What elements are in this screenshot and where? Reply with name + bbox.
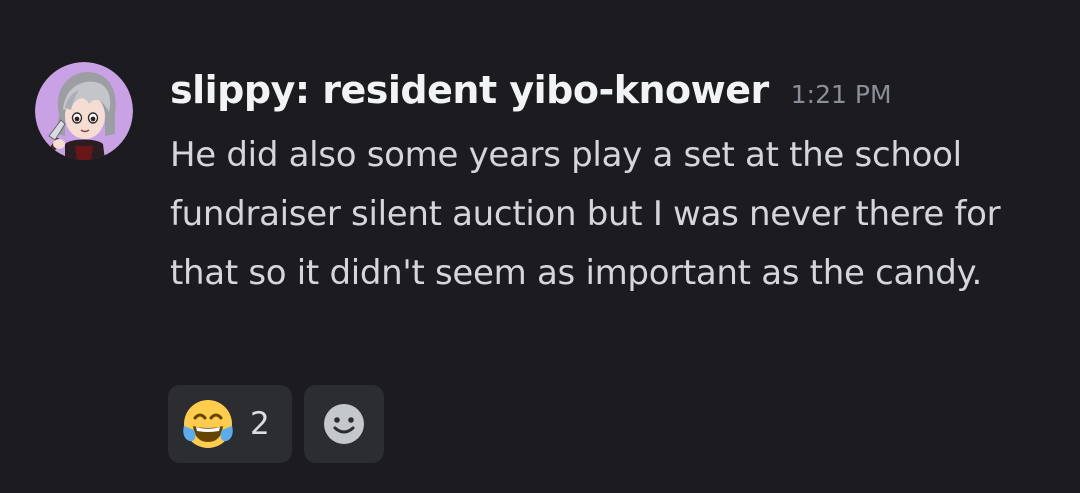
smiley-face-icon (324, 404, 364, 444)
message-content: He did also some years play a set at the… (170, 135, 1001, 293)
chat-message: slippy: resident yibo-knower 1:21 PM He … (0, 0, 1080, 493)
face-with-tears-of-joy-icon (183, 400, 233, 448)
reactions-bar: 2 (168, 385, 384, 463)
reaction-count: 2 (250, 406, 270, 442)
message-header: slippy: resident yibo-knower 1:21 PM (170, 68, 892, 122)
avatar[interactable] (35, 62, 133, 160)
avatar-character-icon (35, 62, 133, 160)
reaction-laughing[interactable]: 2 (168, 385, 292, 463)
message-timestamp: 1:21 PM (790, 80, 892, 109)
add-reaction-button[interactable] (304, 385, 384, 463)
author-username[interactable]: slippy: resident yibo-knower (170, 68, 769, 112)
